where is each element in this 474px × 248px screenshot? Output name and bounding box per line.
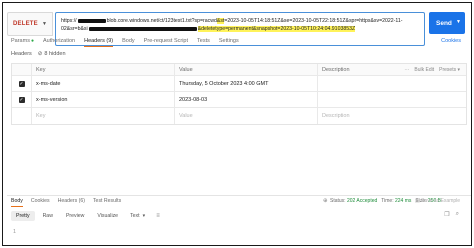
response-divider[interactable] [7,195,471,196]
mode-preview[interactable]: Preview [61,211,89,221]
request-tabs: Params● Authorization Headers (9) Body P… [11,38,239,47]
hidden-headers-toggle[interactable]: ⊘ 8 hidden [38,51,66,57]
presets-dropdown[interactable]: Presets ▾ [439,67,460,73]
method-label: DELETE [13,21,38,27]
new-description-input[interactable]: Description [318,108,466,124]
redacted-account [77,18,106,23]
tab-headers[interactable]: Headers (9) [84,38,114,47]
col-value: Value [175,64,318,75]
eye-off-icon: ⊘ [37,51,43,57]
tab-response-cookies[interactable]: Cookies [31,198,50,207]
tab-params[interactable]: Params● [11,38,34,47]
response-actions: ❐ ⌕ [444,211,459,218]
mode-visualize[interactable]: Visualize [92,211,123,221]
tab-settings[interactable]: Settings [219,38,239,47]
header-description[interactable] [318,76,466,91]
tab-test-results[interactable]: Test Results [93,198,121,207]
chevron-down-icon: ▾ [142,213,146,219]
wrap-lines-icon[interactable]: ≡ [156,213,160,219]
cookies-link[interactable]: Cookies [441,38,461,44]
col-description: Description ⋯ Bulk Edit Presets ▾ [322,66,460,74]
chevron-down-icon: ▼ [42,21,47,27]
header-value[interactable]: 2023-08-03 [175,92,318,107]
save-as-example-button[interactable]: ▣ Save as Example [415,198,460,204]
header-checkbox[interactable]: ✓ [18,96,25,103]
tab-response-headers[interactable]: Headers (6) [58,198,85,207]
mode-raw[interactable]: Raw [38,211,58,221]
new-key-input[interactable]: Key [32,108,175,124]
headers-subheader: Headers ⊘ 8 hidden [11,51,66,57]
format-select[interactable]: Text ▾ [126,211,149,221]
header-key[interactable]: x-ms-date [32,76,175,91]
response-time: 224 ms [395,198,412,204]
header-checkbox[interactable]: ✓ [18,80,25,87]
tab-response-body[interactable]: Body [11,198,23,207]
response-tabs: Body Cookies Headers (6) Test Results [11,198,121,207]
header-value[interactable]: Thursday, 5 October 2023 4:00 GMT [175,76,318,91]
send-button[interactable]: Send ▼ [429,12,465,34]
copy-icon[interactable]: ❐ [444,211,449,218]
header-key[interactable]: x-ms-version [32,92,175,107]
params-dot-icon: ● [30,38,34,44]
save-icon: ▣ [415,198,420,204]
bulk-edit-link[interactable]: Bulk Edit [414,67,434,73]
table-row-empty: Key Value Description [12,108,466,124]
table-row: ✓ x-ms-date Thursday, 5 October 2023 4:0… [12,76,466,92]
new-value-input[interactable]: Value [175,108,318,124]
table-header-row: Key Value Description ⋯ Bulk Edit Preset… [12,64,466,76]
search-icon[interactable]: ⌕ [456,211,459,218]
method-select[interactable]: DELETE ▼ [7,12,53,36]
tab-pre-request-script[interactable]: Pre-request Script [144,38,188,47]
url-line-2: 02&sr=b&si &deletetype=permanent&snapshot… [61,26,356,32]
response-toolbar: Pretty Raw Preview Visualize Text ▾ ≡ [11,211,160,221]
redacted-signature [88,26,197,31]
mode-pretty[interactable]: Pretty [11,211,35,221]
col-key: Key [32,64,175,75]
tab-authorization[interactable]: Authorization [43,38,75,47]
header-description[interactable] [318,92,466,107]
line-number: 1 [13,229,17,235]
headers-table: Key Value Description ⋯ Bulk Edit Preset… [11,63,467,125]
url-highlighted-params: &deletetype=permanent&snapshot=2023-10-0… [197,26,356,32]
postman-window: DELETE ▼ https://blob.core.windows.net/c… [2,2,472,246]
globe-icon[interactable]: ⊕ [323,198,328,204]
request-bar: DELETE ▼ https://blob.core.windows.net/c… [7,12,467,46]
chevron-down-icon[interactable]: ▼ [456,19,461,25]
tab-body[interactable]: Body [122,38,135,47]
more-options-icon[interactable]: ⋯ [404,67,409,73]
status-code: 202 Accepted [346,198,378,204]
table-row: ✓ x-ms-version 2023-08-03 [12,92,466,108]
headers-heading: Headers [11,51,32,57]
url-line-1: https://blob.core.windows.net/ct/123test… [61,18,403,24]
tab-tests[interactable]: Tests [197,38,210,47]
